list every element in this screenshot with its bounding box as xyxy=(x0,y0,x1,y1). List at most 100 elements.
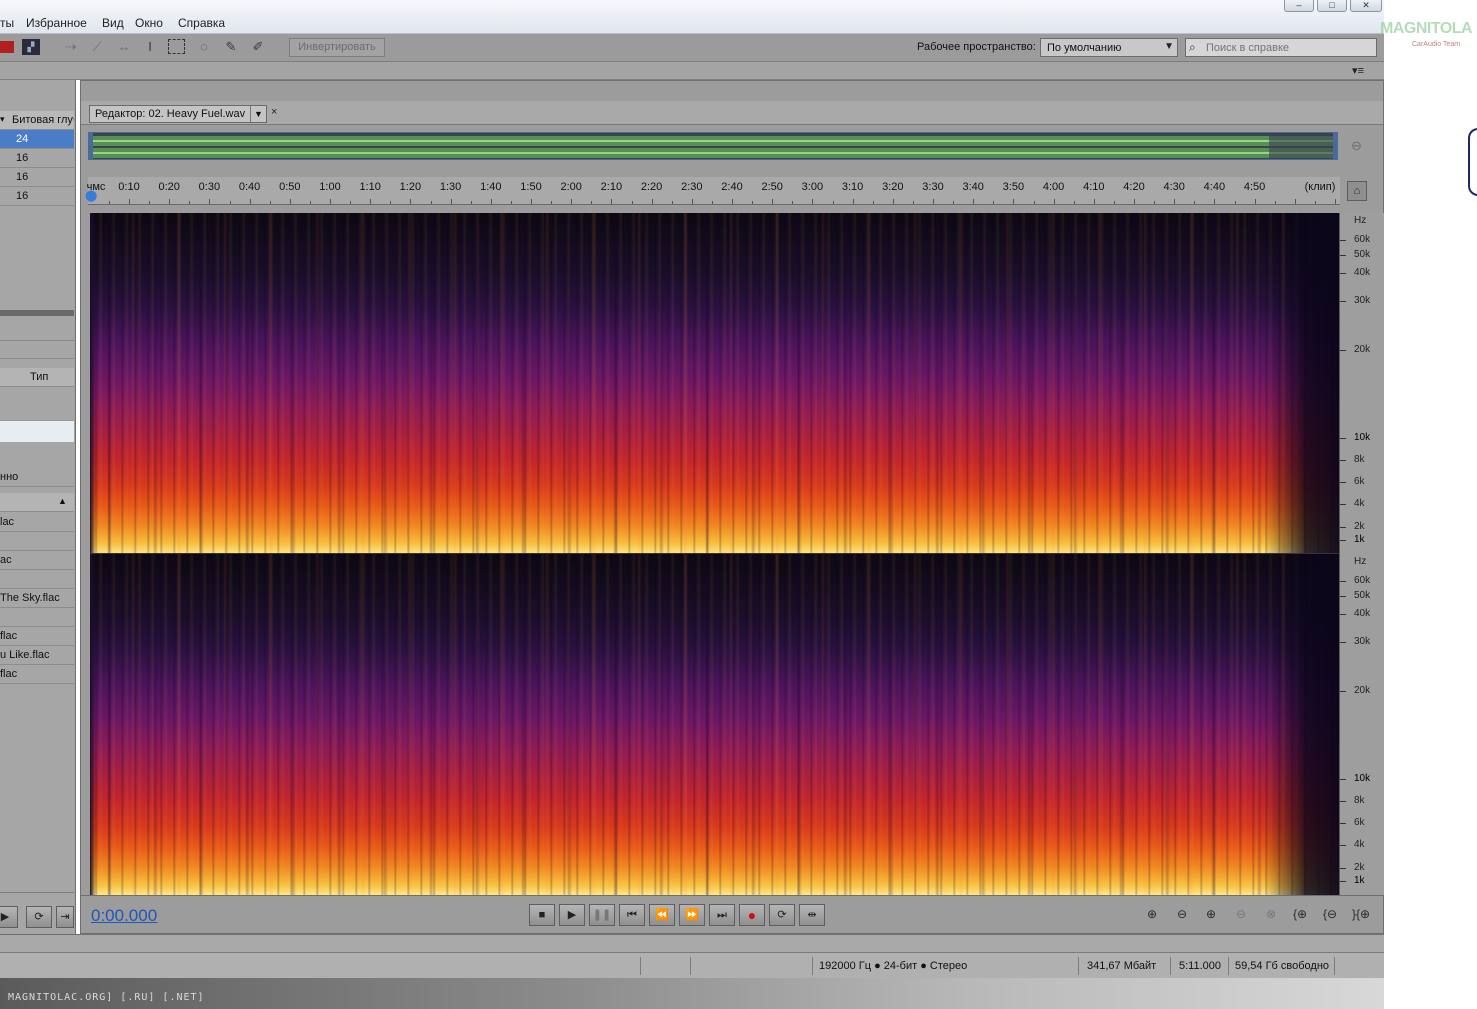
ruler-tick xyxy=(510,201,512,204)
list-item[interactable]: lac xyxy=(0,513,74,532)
divider xyxy=(0,892,74,893)
zoom-icon[interactable]: ⊖ xyxy=(1351,138,1362,154)
ruler-label: 3:00 xyxy=(801,181,824,193)
type-column-header[interactable]: Тип xyxy=(0,368,74,387)
panel-menu-icon[interactable]: ▾≡ xyxy=(1352,64,1364,77)
column-header[interactable]: ▾ Битовая глуб xyxy=(0,111,74,130)
hz-label: 4k xyxy=(1354,498,1365,509)
invert-button[interactable]: Инвертировать xyxy=(289,38,385,57)
lasso-tool-icon[interactable]: ◌ xyxy=(195,39,213,55)
loop-button[interactable]: ⟳ xyxy=(769,904,795,926)
ruler-tick xyxy=(752,201,754,204)
ruler-tick xyxy=(1314,201,1316,204)
play-button-left[interactable]: ▶ xyxy=(0,906,18,928)
move-tool-icon[interactable]: ⇢ xyxy=(62,39,80,55)
playhead-marker[interactable]: ⬤ xyxy=(85,189,97,202)
ruler-tick xyxy=(470,201,472,204)
ruler-tick xyxy=(490,199,492,204)
list-item[interactable]: 16 xyxy=(0,149,74,168)
rewind-button[interactable]: ⏪ xyxy=(649,904,675,926)
waveform-view-icon[interactable] xyxy=(0,41,14,53)
zoom-selection-icon[interactable]: }{⊕ xyxy=(1352,907,1370,921)
zoom-in-amplitude-icon[interactable]: ⊕ xyxy=(1147,907,1157,921)
ruler-label: 1:50 xyxy=(520,181,542,193)
list-item[interactable]: 24 xyxy=(0,130,74,149)
brush-tool-icon[interactable]: ✎ xyxy=(222,39,240,55)
divider xyxy=(640,957,641,975)
panel-tab-strip[interactable] xyxy=(0,420,74,442)
spectrogram-left-channel[interactable] xyxy=(90,213,1339,554)
zoom-out-amplitude-icon[interactable]: ⊖ xyxy=(1177,907,1187,921)
hz-tick xyxy=(1340,581,1346,582)
list-item[interactable]: The Sky.flac xyxy=(0,589,74,608)
divider xyxy=(0,358,74,359)
menu-item-view[interactable]: Вид xyxy=(102,16,124,30)
marquee-tool-icon[interactable] xyxy=(168,39,185,54)
ruler-tick xyxy=(732,199,733,204)
editor-tab[interactable]: Редактор: 02. Heavy Fuel.wav ▼ xyxy=(89,105,267,123)
zoom-out-point-icon[interactable]: {⊖ xyxy=(1323,907,1337,921)
slip-tool-icon[interactable]: ↔ xyxy=(115,39,133,55)
workspace-select[interactable]: По умолчанию ▼ xyxy=(1040,38,1178,57)
ruler-label: 2:20 xyxy=(640,181,663,193)
go-to-end-button[interactable]: ⏭ xyxy=(709,904,735,926)
help-search[interactable]: ⌕ xyxy=(1185,38,1377,57)
list-item[interactable] xyxy=(0,532,74,551)
play-button[interactable]: ▶ xyxy=(559,904,585,926)
chevron-down-icon[interactable]: ▼ xyxy=(250,106,266,122)
skip-selection-button[interactable]: ⇹ xyxy=(799,904,825,926)
menu-item-effects[interactable]: ты xyxy=(0,16,14,30)
ruler-tick xyxy=(953,201,955,204)
close-icon[interactable]: × xyxy=(271,106,277,118)
frequency-scale-top[interactable]: Hz 60k 50k 40k 30k 20k 10k 8k 6k 4k 2k 1k xyxy=(1339,213,1385,554)
menu-item-help[interactable]: Справка xyxy=(178,16,225,30)
list-item[interactable]: ac xyxy=(0,551,74,570)
zoom-in-point-icon[interactable]: {⊕ xyxy=(1293,907,1307,921)
hz-label: 40k xyxy=(1354,608,1371,619)
stop-button[interactable]: ■ xyxy=(529,904,555,926)
zoom-in-time-icon[interactable]: ⊕ xyxy=(1206,907,1216,921)
zoom-out-full-icon[interactable]: ⊗ xyxy=(1266,907,1276,921)
ruler-label: 4:00 xyxy=(1042,181,1065,193)
overview-waveform[interactable] xyxy=(88,132,1338,160)
hz-label: 10k xyxy=(1354,432,1371,443)
razor-tool-icon[interactable]: ⟋ xyxy=(88,39,106,55)
fast-forward-button[interactable]: ⏩ xyxy=(679,904,705,926)
ruler-tick xyxy=(912,201,914,204)
record-button[interactable]: ● xyxy=(739,904,765,926)
frequency-scale-bottom[interactable]: Hz 60k 50k 40k 30k 20k 10k 8k 6k 4k 2k 1k xyxy=(1339,554,1385,895)
list-item[interactable] xyxy=(0,570,74,589)
list-item[interactable] xyxy=(0,608,74,627)
ruler-settings-button[interactable]: ⌂ xyxy=(1347,181,1367,201)
timecode-display[interactable]: 0:00.000 xyxy=(91,906,157,926)
hz-label: 30k xyxy=(1354,295,1371,306)
hz-label: 2k xyxy=(1354,521,1365,532)
menu-item-favorites[interactable]: Избранное xyxy=(26,16,87,30)
ruler-tick xyxy=(973,199,975,204)
list-item[interactable]: flac xyxy=(0,665,74,684)
spectral-view-icon[interactable]: ▞ xyxy=(22,39,40,55)
list-item[interactable]: u Like.flac xyxy=(0,646,74,665)
name-column-header[interactable]: ▲ xyxy=(0,493,74,512)
list-item[interactable]: 16 xyxy=(0,187,74,206)
spectrogram-right-channel[interactable] xyxy=(90,554,1339,895)
loop-button-left[interactable]: ⟳ xyxy=(26,906,52,928)
menu-item-window[interactable]: Окно xyxy=(135,16,163,30)
time-selection-tool-icon[interactable]: I xyxy=(141,39,159,55)
pause-button[interactable]: ❚❚ xyxy=(589,904,615,926)
help-search-input[interactable] xyxy=(1206,41,1374,55)
time-ruler[interactable]: чмс 0:10 0:20 0:30 0:40 0:50 1:00 1:10 1:20 1:30 1… xyxy=(87,177,1340,205)
editor-panel: Редактор: 02. Heavy Fuel.wav ▼ × ⊖ чмс 0:… xyxy=(80,80,1385,934)
go-to-start-button[interactable]: ⏮ xyxy=(619,904,645,926)
maximize-button[interactable]: □ xyxy=(1317,0,1347,12)
spectrogram-edge xyxy=(90,554,96,895)
skip-button-left[interactable]: ⇥ xyxy=(56,906,74,928)
minimize-button[interactable]: – xyxy=(1284,0,1314,12)
list-item[interactable]: 16 xyxy=(0,168,74,187)
close-window-button[interactable]: ✕ xyxy=(1350,0,1382,12)
list-item[interactable]: flac xyxy=(0,627,74,646)
ruler-tick xyxy=(1174,199,1176,204)
files-panel: ▾ Битовая глуб 24 16 16 16 Тип нно ▲ lac… xyxy=(0,80,76,942)
spot-healing-tool-icon[interactable]: ✐ xyxy=(249,39,267,55)
zoom-out-time-icon[interactable]: ⊖ xyxy=(1236,907,1246,921)
